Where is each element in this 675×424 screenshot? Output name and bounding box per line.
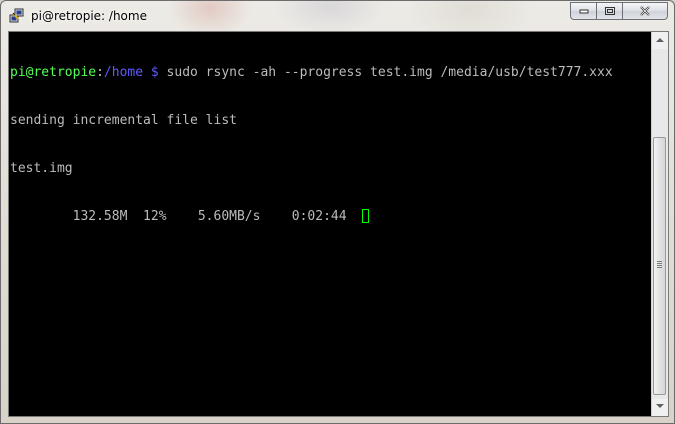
title-bar[interactable]: pi@retropie: /home [1,1,674,31]
output-line: test.img [10,161,73,176]
scroll-up-button[interactable] [652,32,668,49]
arrow-up-icon [656,38,664,42]
command-line: pi@retropie:/home $ sudo rsync -ah --pro… [10,65,651,81]
progress-text: 132.58M 12% 5.60MB/s 0:02:44 [10,209,363,224]
scroll-down-button[interactable] [652,399,668,416]
close-icon [640,6,650,16]
close-button[interactable] [623,2,668,20]
terminal-client-area: pi@retropie:/home $ sudo rsync -ah --pro… [8,31,669,417]
terminal-window: pi@retropie: /home pi@retropie:/home $ s… [0,0,675,424]
caption-buttons [570,2,668,21]
command-text: sudo rsync -ah --progress test.img /medi… [158,65,613,80]
minimize-button[interactable] [570,2,597,20]
prompt-user: pi@retropie [10,65,97,80]
text-cursor [362,209,370,223]
thumb-grip [657,261,662,269]
progress-line: 132.58M 12% 5.60MB/s 0:02:44 [10,209,651,225]
output-line: sending incremental file list [10,113,237,128]
vertical-scrollbar[interactable] [651,32,668,416]
scrollbar-thumb[interactable] [653,137,666,395]
window-title: pi@retropie: /home [31,9,147,23]
maximize-button[interactable] [597,2,623,20]
prompt-separator: : [96,65,104,80]
prompt-path: /home $ [103,65,159,80]
putty-icon[interactable] [9,8,25,24]
minimize-icon [579,9,588,14]
maximize-icon [604,7,615,15]
terminal-output[interactable]: pi@retropie:/home $ sudo rsync -ah --pro… [9,32,651,416]
arrow-down-icon [656,404,664,408]
